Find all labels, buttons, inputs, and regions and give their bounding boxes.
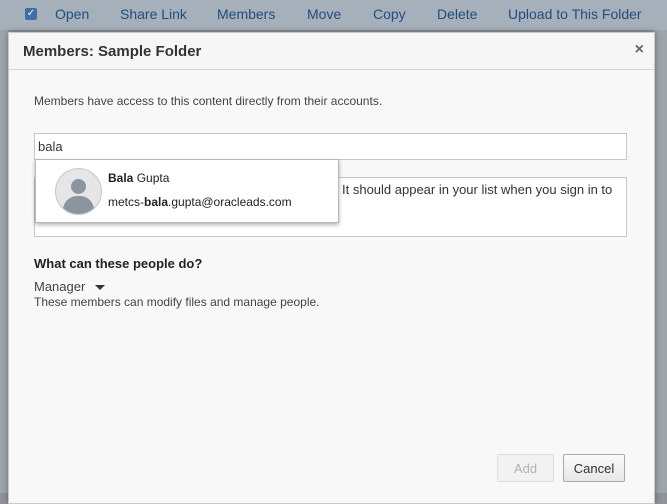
toolbar-upload[interactable]: Upload to This Folder [508,6,642,22]
suggestion-email-prefix: metcs- [108,195,144,209]
add-button[interactable]: Add [497,454,554,482]
toolbar-move[interactable]: Move [307,6,341,22]
suggestion-name-match: Bala [108,171,134,185]
toolbar-open[interactable]: Open [55,6,89,22]
suggestion-email-rest: .gupta@oracleads.com [168,195,292,209]
role-dropdown[interactable]: Manager [34,279,106,294]
user-avatar-icon [55,168,102,215]
toolbar-share-link[interactable]: Share Link [120,6,187,22]
background-left [0,30,8,493]
member-search-input[interactable]: bala [34,133,627,160]
autocomplete-suggestion[interactable]: Bala Gupta metcs-bala.gupta@oracleads.co… [35,159,339,223]
message-text: It should appear in your list when you s… [342,182,613,197]
dialog-description: Members have access to this content dire… [34,94,383,108]
select-all-checkbox[interactable]: ✓ [25,8,37,20]
avatar-head [71,179,86,194]
search-input-value: bala [38,139,63,154]
suggestion-name-rest: Gupta [133,171,170,185]
members-dialog: Members: Sample Folder × Members have ac… [8,32,655,504]
permissions-title: What can these people do? [34,256,203,271]
close-icon[interactable]: × [635,41,644,59]
background-right [653,30,667,493]
suggestion-email: metcs-bala.gupta@oracleads.com [108,195,292,209]
toolbar-delete[interactable]: Delete [437,6,477,22]
role-description: These members can modify files and manag… [34,295,320,309]
suggestion-email-match: bala [144,195,169,209]
dialog-title: Members: Sample Folder [23,43,202,60]
background-toolbar: ✓ Open Share Link Members Move Copy Dele… [0,0,667,30]
cancel-button[interactable]: Cancel [563,454,625,482]
role-value: Manager [34,279,86,294]
avatar-body [63,196,94,214]
toolbar-members[interactable]: Members [217,6,275,22]
chevron-down-icon [95,285,106,291]
toolbar-copy[interactable]: Copy [373,6,406,22]
suggestion-name: Bala Gupta [108,171,169,185]
dialog-header: Members: Sample Folder × [9,33,654,70]
